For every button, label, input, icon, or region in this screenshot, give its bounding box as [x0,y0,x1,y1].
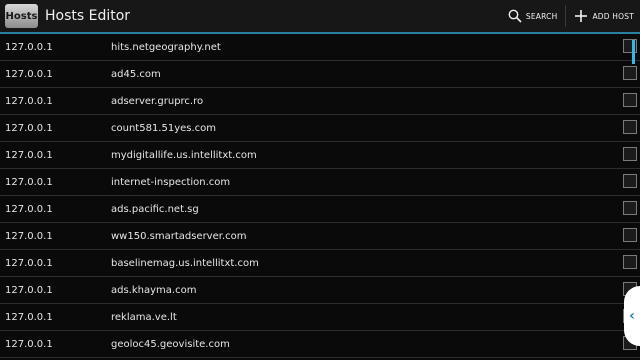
host-row[interactable]: 127.0.0.1 ww150.smartadserver.com [0,223,640,250]
host-ip: 127.0.0.1 [5,176,53,188]
host-ip: 127.0.0.1 [5,203,53,215]
host-name: ad45.com [111,68,161,80]
plus-icon [574,9,588,23]
host-checkbox[interactable] [623,93,637,107]
host-row[interactable]: 127.0.0.1 ad45.com [0,61,640,88]
host-row[interactable]: 127.0.0.1 baselinemag.us.intellitxt.com [0,250,640,277]
host-row[interactable]: 127.0.0.1 mydigitallife.us.intellitxt.co… [0,142,640,169]
search-label: SEARCH [525,11,558,21]
chevron-left-icon: ‹ [629,308,635,324]
host-ip: 127.0.0.1 [5,257,53,269]
host-ip: 127.0.0.1 [5,68,53,80]
host-row[interactable]: 127.0.0.1 adserver.gruprc.ro [0,88,640,115]
host-ip: 127.0.0.1 [5,122,53,134]
host-name: reklama.ve.lt [111,311,177,323]
app-title: Hosts Editor [45,8,131,24]
host-name: ads.khayma.com [111,284,197,296]
host-checkbox[interactable] [623,66,637,80]
host-name: hits.netgeography.net [111,41,221,53]
host-ip: 127.0.0.1 [5,338,53,350]
host-ip: 127.0.0.1 [5,284,53,296]
host-ip: 127.0.0.1 [5,230,53,242]
host-checkbox[interactable] [623,228,637,242]
host-checkbox[interactable] [623,255,637,269]
host-ip: 127.0.0.1 [5,149,53,161]
host-ip: 127.0.0.1 [5,41,53,53]
host-ip: 127.0.0.1 [5,95,53,107]
host-row[interactable]: 127.0.0.1 reklama.ve.lt [0,304,640,331]
drawer-handle[interactable]: ‹ [624,286,640,346]
host-checkbox[interactable] [623,120,637,134]
host-name: internet-inspection.com [111,176,231,188]
host-row[interactable]: 127.0.0.1 geoloc45.geovisite.com [0,331,640,358]
host-ip: 127.0.0.1 [5,311,53,323]
host-name: ww150.smartadserver.com [111,230,247,242]
host-row[interactable]: 127.0.0.1 hits.netgeography.net [0,34,640,61]
host-row[interactable]: 127.0.0.1 ads.pacific.net.sg [0,196,640,223]
host-checkbox[interactable] [623,174,637,188]
host-name: geoloc45.geovisite.com [111,338,230,350]
search-button[interactable]: SEARCH [502,0,564,32]
host-checkbox[interactable] [623,147,637,161]
search-icon [508,9,522,23]
scrollbar-thumb[interactable] [632,40,635,64]
host-name: ads.pacific.net.sg [111,203,199,215]
host-checkbox[interactable] [623,201,637,215]
host-name: adserver.gruprc.ro [111,95,204,107]
action-bar: Hosts Hosts Editor SEARCH ADD HOST [0,0,640,32]
action-separator [565,5,567,27]
host-name: count581.51yes.com [111,122,217,134]
host-name: baselinemag.us.intellitxt.com [111,257,259,269]
host-row[interactable]: 127.0.0.1 ads.khayma.com [0,277,640,304]
add-host-label: ADD HOST [592,11,634,21]
add-host-button[interactable]: ADD HOST [568,0,640,32]
hosts-list[interactable]: 127.0.0.1 hits.netgeography.net 127.0.0.… [0,34,640,360]
host-row[interactable]: 127.0.0.1 count581.51yes.com [0,115,640,142]
host-name: mydigitallife.us.intellitxt.com [111,149,257,161]
app-icon[interactable]: Hosts [5,4,38,28]
host-row[interactable]: 127.0.0.1 internet-inspection.com [0,169,640,196]
